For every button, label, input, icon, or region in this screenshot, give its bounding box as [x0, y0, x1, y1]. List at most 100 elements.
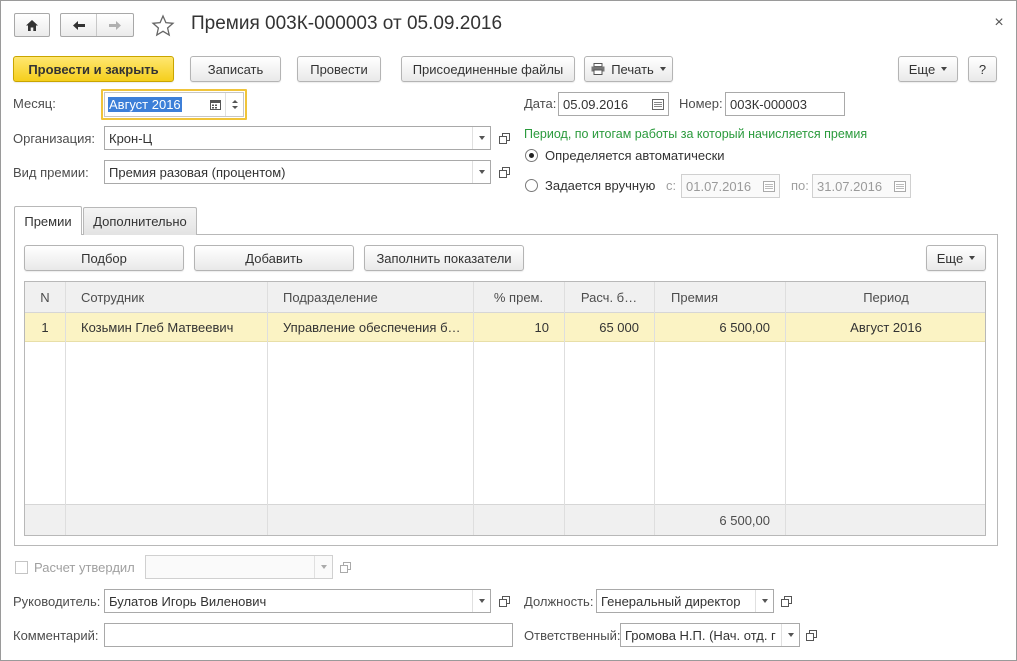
cell-n: 1: [41, 320, 49, 335]
tab-additional[interactable]: Дополнительно: [83, 207, 197, 235]
close-icon[interactable]: ×: [990, 14, 1008, 32]
more-button[interactable]: Еще: [898, 56, 958, 82]
arrow-left-icon: [72, 20, 85, 30]
calendar-icon: [652, 98, 664, 110]
table-more-label: Еще: [936, 250, 964, 266]
bonus-type-value: Премия разовая (процентом): [109, 164, 286, 180]
table-more-button[interactable]: Еще: [926, 245, 986, 271]
chevron-down-icon: [761, 599, 768, 603]
organization-dropdown-button[interactable]: [472, 127, 490, 149]
col-header-department[interactable]: Подразделение: [283, 290, 378, 305]
responsible-open-button[interactable]: [802, 626, 820, 644]
comment-field[interactable]: [104, 623, 513, 647]
month-field[interactable]: Август 2016: [104, 92, 244, 117]
organization-open-button[interactable]: [495, 129, 513, 147]
bonus-type-field[interactable]: Премия разовая (процентом): [104, 160, 491, 184]
help-button[interactable]: ?: [968, 56, 997, 82]
printer-icon: [591, 63, 605, 75]
cell-percent: 10: [534, 320, 549, 335]
from-value: 01.07.2016: [686, 178, 752, 194]
home-icon: [26, 19, 38, 31]
post-button[interactable]: Провести: [297, 56, 381, 82]
head-value: Булатов Игорь Виленович: [109, 593, 267, 609]
bonus-type-dropdown-button[interactable]: [472, 161, 490, 183]
col-header-bonus[interactable]: Премия: [671, 290, 718, 305]
bonus-type-open-button[interactable]: [495, 163, 513, 181]
date-calendar-button[interactable]: [648, 93, 668, 115]
position-open-button[interactable]: [777, 592, 795, 610]
post-and-close-button[interactable]: Провести и закрыть: [13, 56, 174, 82]
cell-period: Август 2016: [850, 320, 922, 335]
bonus-type-label: Вид премии:: [13, 165, 89, 180]
approved-by-dropdown-button[interactable]: [314, 556, 332, 578]
back-button[interactable]: [61, 14, 97, 36]
spin-down-icon: [231, 106, 238, 109]
period-hint: Период, по итогам работы за который начи…: [524, 127, 868, 141]
head-field[interactable]: Булатов Игорь Виленович: [104, 589, 491, 613]
month-calendar-button[interactable]: [205, 93, 225, 116]
position-field[interactable]: Генеральный директор: [596, 589, 774, 613]
save-button[interactable]: Записать: [190, 56, 281, 82]
approved-checkbox[interactable]: [15, 561, 28, 574]
month-spin-button[interactable]: [225, 93, 243, 116]
radio-auto[interactable]: [525, 149, 538, 162]
cell-bonus: 6 500,00: [719, 320, 770, 335]
cell-base: 65 000: [599, 320, 639, 335]
date-value: 05.09.2016: [563, 96, 629, 112]
to-value: 31.07.2016: [817, 178, 883, 194]
month-value: Август 2016: [108, 97, 182, 112]
to-calendar-button[interactable]: [890, 175, 910, 197]
forward-button[interactable]: [97, 14, 133, 36]
open-window-icon: [498, 595, 510, 607]
pick-button[interactable]: Подбор: [24, 245, 184, 271]
open-window-icon: [780, 595, 792, 607]
col-header-base[interactable]: Расч. б…: [564, 290, 654, 305]
head-label: Руководитель:: [13, 594, 101, 609]
position-value: Генеральный директор: [601, 593, 741, 609]
calendar-icon: [209, 100, 221, 110]
position-dropdown-button[interactable]: [755, 590, 773, 612]
from-field[interactable]: 01.07.2016: [681, 174, 780, 198]
cell-department: Управление обеспечения б…: [283, 320, 461, 335]
number-value: 003К-000003: [730, 96, 807, 112]
head-open-button[interactable]: [495, 592, 513, 610]
chevron-down-icon: [478, 136, 485, 140]
col-header-n[interactable]: N: [25, 290, 65, 305]
month-label: Месяц:: [13, 96, 56, 111]
favorite-star-icon[interactable]: [151, 14, 175, 38]
number-field[interactable]: 003К-000003: [725, 92, 845, 116]
organization-field[interactable]: Крон-Ц: [104, 126, 491, 150]
col-header-percent[interactable]: % прем.: [473, 290, 564, 305]
col-header-employee[interactable]: Сотрудник: [81, 290, 144, 305]
window-title: Премия 003К-000003 от 05.09.2016: [191, 13, 503, 34]
fill-indicators-button[interactable]: Заполнить показатели: [364, 245, 524, 271]
radio-manual-label: Задается вручную: [545, 178, 656, 193]
tab-bonuses[interactable]: Премии: [14, 206, 82, 235]
to-label: по:: [791, 178, 809, 193]
from-label: с:: [666, 178, 677, 193]
add-button[interactable]: Добавить: [194, 245, 354, 271]
to-field[interactable]: 31.07.2016: [812, 174, 911, 198]
responsible-field[interactable]: Громова Н.П. (Нач. отд. г: [620, 623, 800, 647]
date-field[interactable]: 05.09.2016: [558, 92, 669, 116]
bonuses-table: N Сотрудник Подразделение % прем. Расч. …: [24, 281, 986, 536]
head-dropdown-button[interactable]: [472, 590, 490, 612]
home-button[interactable]: [14, 13, 50, 37]
responsible-label: Ответственный:: [524, 628, 621, 643]
organization-label: Организация:: [13, 131, 96, 146]
position-label: Должность:: [524, 594, 594, 609]
approved-by-open-button[interactable]: [336, 558, 354, 576]
open-window-icon: [498, 166, 510, 178]
approved-by-field[interactable]: [145, 555, 333, 579]
approved-label: Расчет утвердил: [34, 560, 135, 575]
open-window-icon: [805, 629, 817, 641]
from-calendar-button[interactable]: [759, 175, 779, 197]
radio-manual[interactable]: [525, 179, 538, 192]
table-footer: [25, 504, 985, 535]
attached-files-button[interactable]: Присоединенные файлы: [401, 56, 575, 82]
responsible-dropdown-button[interactable]: [781, 624, 799, 646]
col-header-period[interactable]: Период: [785, 290, 985, 305]
date-label: Дата:: [524, 96, 557, 111]
chevron-down-icon: [320, 565, 327, 569]
print-button[interactable]: Печать: [584, 56, 673, 82]
